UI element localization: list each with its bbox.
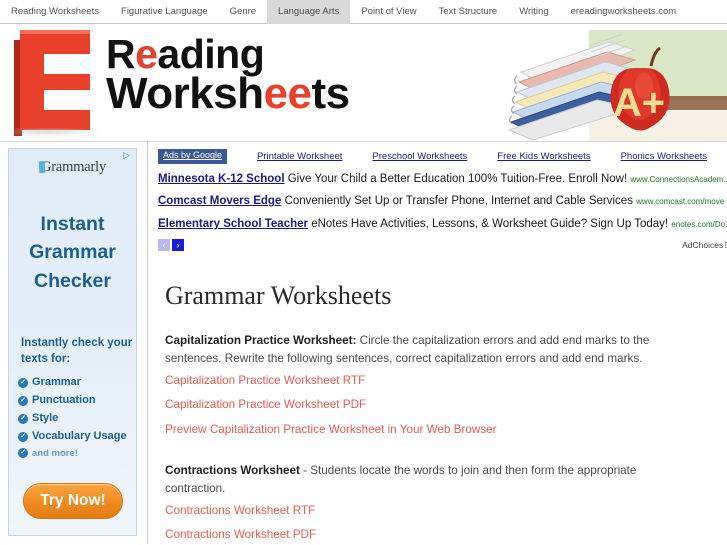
grammarly-mark-icon [38, 160, 46, 174]
ad-description: eNotes Have Activities, Lessons, & Works… [311, 217, 669, 230]
main-content: Ads by Google Printable Worksheet Prescho… [148, 142, 727, 544]
worksheet-section: Capitalization Practice Worksheet: Circl… [165, 332, 727, 441]
ads-by-google-badge[interactable]: Ads by Google [158, 149, 228, 164]
nav-item-text-structure[interactable]: Text Structure [428, 0, 509, 24]
grammarly-feature-label: Grammar [32, 376, 81, 389]
ad-top-link[interactable]: Preschool Worksheets [372, 151, 467, 162]
ad-display-url: www.comcast.com/move [636, 197, 725, 207]
grammarly-feature-label: and more! [32, 447, 78, 459]
google-ads-rows: Minnesota K-12 School Give Your Child a … [158, 172, 727, 231]
ad-row[interactable]: Elementary School Teacher eNotes Have Ac… [158, 217, 727, 231]
left-sidebar: ▷ Grammarly Instant Grammar Checker Inst… [0, 142, 148, 544]
nav-item-genre[interactable]: Genre [219, 0, 267, 24]
site-masthead: Reading Worksheets A+ [0, 24, 727, 142]
ad-row[interactable]: Minnesota K-12 School Give Your Child a … [158, 172, 727, 186]
worksheet-sections: Capitalization Practice Worksheet: Circl… [158, 332, 727, 545]
nav-item-label: Reading Worksheets [11, 6, 100, 18]
ad-title-link[interactable]: Comcast Movers Edge [158, 195, 281, 207]
grammarly-logo: Grammarly [9, 159, 136, 176]
worksheet-file-link[interactable]: Preview Capitalization Practice Workshee… [165, 419, 727, 441]
ad-row[interactable]: Comcast Movers Edge Conveniently Set Up … [158, 194, 727, 208]
worksheet-description: Capitalization Practice Worksheet: Circl… [165, 332, 690, 368]
ad-title-link[interactable]: Elementary School Teacher [158, 218, 308, 230]
site-top-navigation: Reading Worksheets Figurative Language Gen… [0, 0, 727, 24]
adchoices-link[interactable]: AdChoices ▷ [682, 239, 727, 250]
grammarly-feature-item: ✓ Vocabulary Usage [18, 428, 136, 446]
site-logo[interactable]: Reading Worksheets [14, 30, 350, 137]
worksheet-description: Contractions Worksheet - Students locate… [165, 462, 690, 498]
ad-description: Conveniently Set Up or Transfer Phone, I… [284, 195, 633, 208]
worksheet-file-link[interactable]: Capitalization Practice Worksheet PDF [165, 394, 727, 416]
nav-item-reading-worksheets[interactable]: Reading Worksheets [0, 0, 110, 24]
grammarly-brand-label: Grammarly [40, 159, 107, 175]
ad-title-link[interactable]: Minnesota K-12 School [158, 173, 285, 185]
check-circle-icon: ✓ [18, 413, 28, 424]
nav-item-ereadingworksheets-com[interactable]: ereadingworksheets.com [560, 0, 688, 24]
ads-prev-arrow-icon[interactable]: ‹ [158, 238, 170, 251]
ad-display-url: www.ConnectionsAcadem... [630, 175, 727, 184]
google-ads-top-links: Ads by Google Printable Worksheet Prescho… [158, 149, 727, 164]
grammarly-feature-label: Vocabulary Usage [32, 429, 127, 442]
logo-letter-e-icon [14, 30, 102, 137]
logo-wordmark: Reading Worksheets [106, 30, 350, 116]
ad-display-url: enotes.com/Do... [671, 219, 727, 229]
grammarly-feature-item: ✓ and more! [18, 446, 136, 461]
nav-item-label: ereadingworksheets.com [570, 6, 677, 18]
worksheet-heading: Contractions Worksheet [165, 464, 300, 478]
ad-top-link[interactable]: Free Kids Worksheets [497, 151, 590, 162]
grammarly-feature-list: ✓ Grammar ✓ Punctuation ✓ Style ✓ Vocabulary Us… [9, 374, 136, 461]
nav-item-label: Genre [229, 6, 257, 18]
nav-item-label: Point of View [361, 6, 417, 18]
nav-item-label: Language Arts [278, 6, 340, 18]
ad-description: Give Your Child a Better Education 100% … [287, 173, 628, 185]
nav-item-figurative-language[interactable]: Figurative Language [110, 0, 219, 24]
worksheet-section: Contractions Worksheet - Students locate… [165, 462, 727, 545]
ads-pagination: ‹ › [158, 238, 184, 251]
nav-item-point-of-view[interactable]: Point of View [350, 0, 427, 24]
logo-line2-b: ee [263, 68, 312, 118]
adchoices-label: AdChoices [682, 239, 724, 250]
try-now-button[interactable]: Try Now! [23, 483, 123, 519]
masthead-notebooks-apple-image: A+ [439, 24, 727, 141]
grammarly-headline: Instant Grammar Checker [29, 213, 116, 292]
nav-item-language-arts[interactable]: Language Arts [267, 0, 351, 24]
grammarly-subhead: Instantly check your texts for: [21, 336, 133, 366]
check-circle-icon: ✓ [18, 431, 28, 442]
nav-item-label: Figurative Language [121, 6, 208, 18]
logo-line2-a: Worksh [106, 68, 264, 118]
worksheet-heading: Capitalization Practice Worksheet: [165, 334, 357, 348]
ads-next-arrow-icon[interactable]: › [172, 238, 184, 251]
grammarly-feature-label: Punctuation [32, 394, 96, 407]
worksheet-file-link[interactable]: Contractions Worksheet PDF [165, 524, 727, 545]
check-circle-icon: ✓ [18, 448, 28, 459]
grammarly-advertisement[interactable]: ▷ Grammarly Instant Grammar Checker Inst… [8, 148, 137, 536]
grammarly-feature-item: ✓ Punctuation [18, 392, 136, 410]
page-title: Grammar Worksheets [165, 281, 392, 311]
nav-item-label: Writing [519, 6, 549, 18]
check-circle-icon: ✓ [18, 378, 28, 389]
check-circle-icon: ✓ [18, 396, 28, 407]
grammarly-feature-item: ✓ Style [18, 410, 136, 428]
nav-item-label: Text Structure [438, 6, 498, 18]
ad-top-link[interactable]: Printable Worksheet [257, 151, 342, 162]
nav-item-writing[interactable]: Writing [508, 0, 559, 24]
page-columns: ▷ Grammarly Instant Grammar Checker Inst… [0, 142, 727, 544]
google-ads-block: Ads by Google Printable Worksheet Prescho… [158, 146, 727, 251]
grammarly-feature-item: ✓ Grammar [18, 374, 136, 392]
logo-line2-c: ts [311, 68, 351, 118]
worksheet-file-link[interactable]: Contractions Worksheet RTF [165, 500, 727, 522]
grammarly-feature-label: Style [32, 412, 59, 425]
worksheet-file-link[interactable]: Capitalization Practice Worksheet RTF [165, 370, 727, 392]
ad-top-link[interactable]: Phonics Worksheets [621, 151, 707, 162]
apple-grade-label: A+ [613, 81, 665, 125]
google-ads-footer: ‹ › AdChoices ▷ [158, 238, 727, 251]
